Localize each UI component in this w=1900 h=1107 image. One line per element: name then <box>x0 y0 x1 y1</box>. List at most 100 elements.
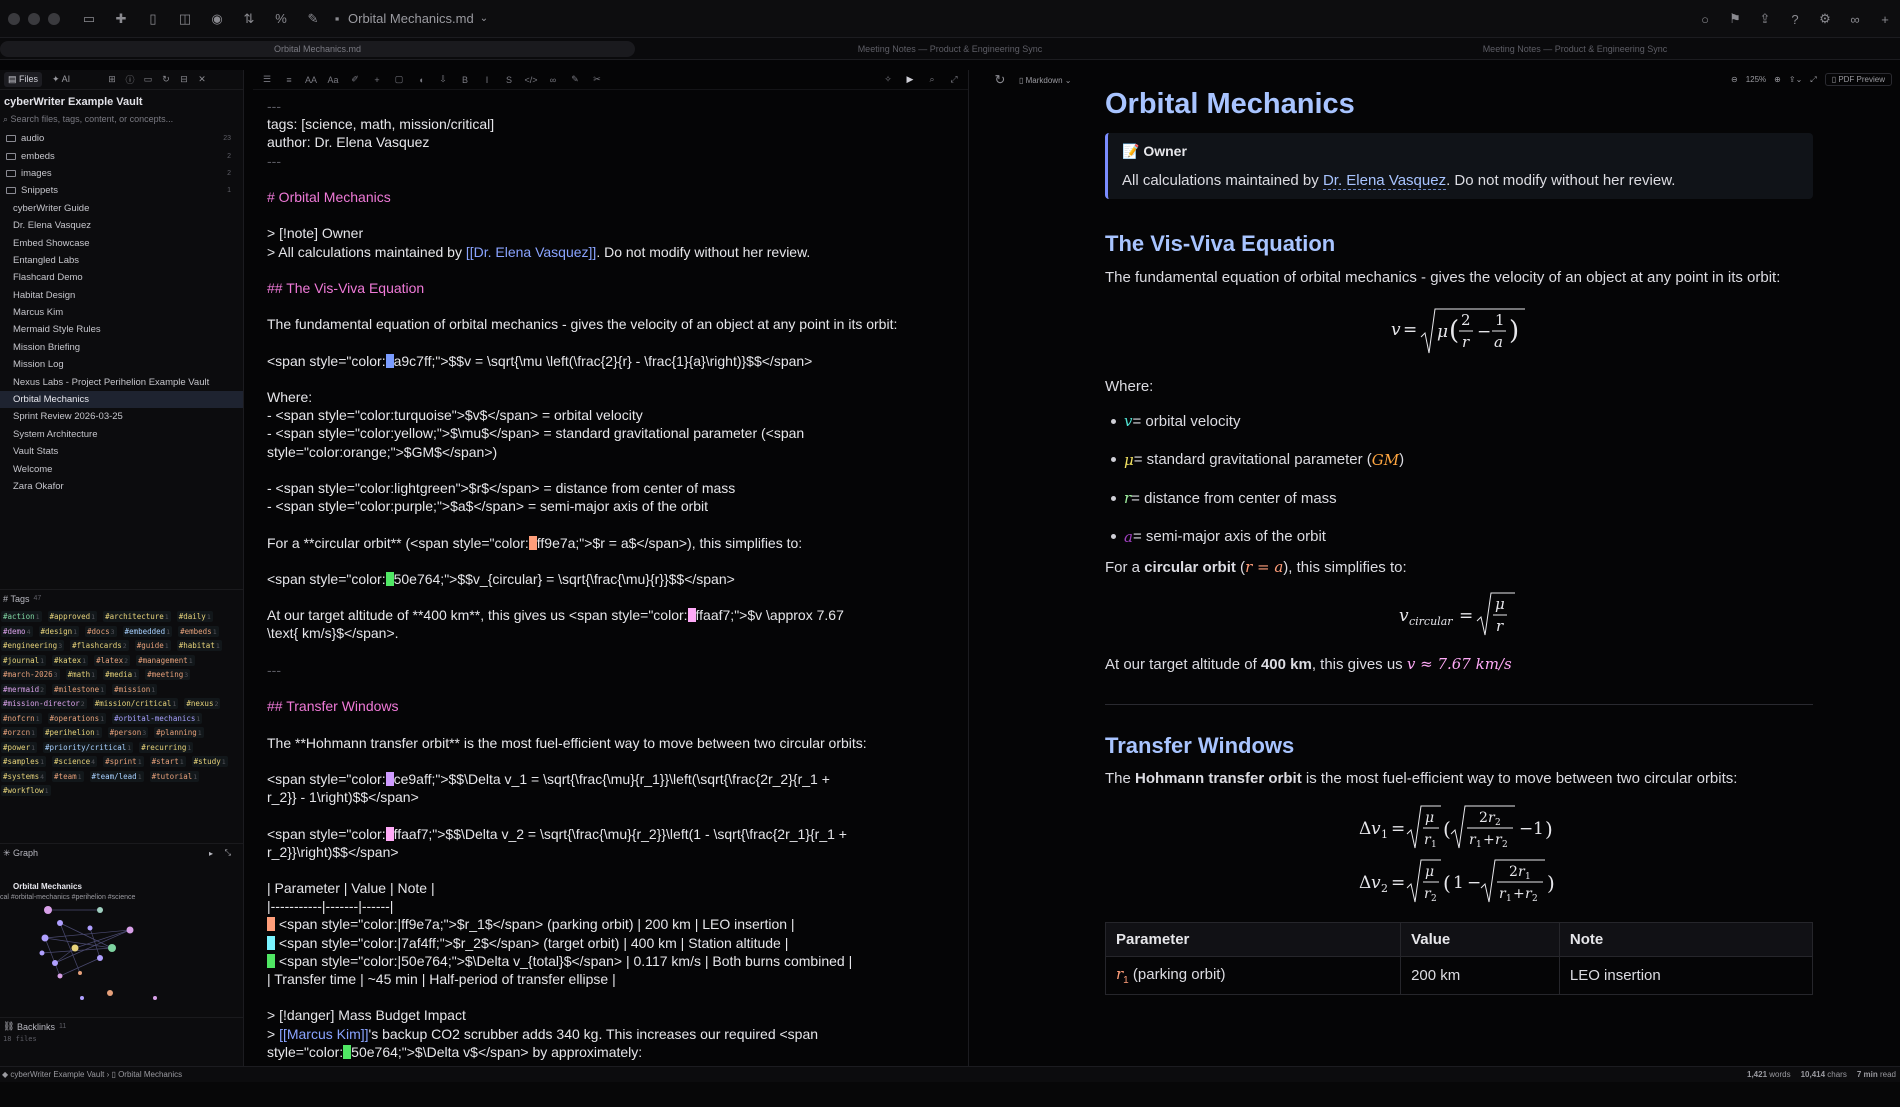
case-icon[interactable]: Aa <box>327 74 339 86</box>
export-icon[interactable]: ⇪⌄ <box>1789 75 1802 84</box>
tag-chip[interactable]: #latex2 <box>94 654 131 666</box>
info-icon[interactable]: ⓘ <box>124 73 136 85</box>
file-item[interactable]: cyberWriter Guide <box>0 200 243 217</box>
new-folder-icon[interactable]: ▭ <box>142 73 154 85</box>
strikethrough-icon[interactable]: S <box>503 74 515 86</box>
tag-chip[interactable]: #recurring1 <box>139 741 194 753</box>
graph-node-title[interactable]: Orbital Mechanics <box>13 882 82 891</box>
tag-chip[interactable]: #mermaid2 <box>1 683 47 695</box>
folder-embeds[interactable]: embeds 2 <box>0 147 243 164</box>
tab-meeting-notes-2[interactable]: Meeting Notes — Product & Engineering Sy… <box>1265 41 1885 57</box>
italic-icon[interactable]: I <box>481 74 493 86</box>
color-swatch[interactable] <box>343 1044 352 1059</box>
tag-chip[interactable]: #team/lead1 <box>89 770 144 782</box>
tag-chip[interactable]: #priority/critical1 <box>43 741 134 753</box>
tag-chip[interactable]: #perihelion1 <box>43 727 102 738</box>
editor-pane[interactable]: ☰ ≡ AA Aa ✐ + ▢ ◖ ⇩ B I S </> ∞ ✎ ✂ ✧ ▶ … <box>253 70 969 1066</box>
folder-snippets[interactable]: Snippets 1 <box>0 182 243 199</box>
tag-chip[interactable]: #samples1 <box>1 756 47 767</box>
color-swatch[interactable] <box>687 608 696 623</box>
comment-icon[interactable]: ▢ <box>393 74 405 86</box>
color-swatch[interactable] <box>385 571 394 586</box>
uppercase-icon[interactable]: AA <box>305 74 317 86</box>
highlight-icon[interactable]: ✐ <box>349 74 361 86</box>
refresh-icon[interactable]: ↻ <box>991 71 1009 89</box>
breadcrumb-vault[interactable]: cyberWriter Example Vault <box>10 1070 104 1079</box>
tag-chip[interactable]: #mission1 <box>112 683 158 695</box>
tag-chip[interactable]: #design1 <box>38 625 80 637</box>
tag-chip[interactable]: #march-20263 <box>1 669 60 680</box>
breadcrumb-file[interactable]: Orbital Mechanics <box>118 1070 182 1079</box>
color-swatch[interactable] <box>267 917 275 932</box>
split-view-icon[interactable]: ◫ <box>176 10 194 28</box>
ai-tab[interactable]: ✦ AI <box>48 72 74 87</box>
file-item[interactable]: Entangled Labs <box>0 252 243 269</box>
tag-chip[interactable]: #tutorial1 <box>149 770 200 782</box>
document-icon[interactable]: ▯ <box>144 10 162 28</box>
tag-chip[interactable]: #milestone1 <box>52 683 107 695</box>
tag-chip[interactable]: #mission-director2 <box>1 698 87 709</box>
numbered-list-icon[interactable]: ≡ <box>283 74 295 86</box>
gear-icon[interactable]: ⚙ <box>1816 10 1834 28</box>
color-swatch[interactable] <box>385 353 394 368</box>
vault-name[interactable]: cyberWriter Example Vault <box>0 90 243 108</box>
expand-icon[interactable]: ⤢ <box>948 74 960 86</box>
tab-meeting-notes[interactable]: Meeting Notes — Product & Engineering Sy… <box>636 41 1264 57</box>
tag-chip[interactable]: #embeds1 <box>178 625 219 637</box>
pen-icon[interactable]: ✎ <box>304 10 322 28</box>
folder-icon[interactable]: ▭ <box>80 10 98 28</box>
tag-chip[interactable]: #orzcn1 <box>1 727 38 738</box>
collapse-icon[interactable]: ⊟ <box>178 73 190 85</box>
tag-chip[interactable]: #demo4 <box>1 625 33 637</box>
file-item[interactable]: Nexus Labs - Project Perihelion Example … <box>0 373 243 390</box>
files-tab[interactable]: ▤ Files <box>4 72 43 87</box>
file-item[interactable]: System Architecture <box>0 426 243 443</box>
preview-pane[interactable]: ↻ ▯ Markdown ⌄ ⊖ 125% ⊕ ⇪⌄ ⤢ ▯ PDF Previ… <box>981 70 1900 1066</box>
tags-section-header[interactable]: # Tags 47 <box>0 589 243 607</box>
tag-chip[interactable]: #engineering3 <box>1 640 65 651</box>
tab-orbital-mechanics[interactable]: Orbital Mechanics.md <box>0 41 635 57</box>
wiki-link[interactable]: [[Dr. Elena Vasquez]] <box>466 244 596 260</box>
file-item[interactable]: Marcus Kim <box>0 304 243 321</box>
media-icon[interactable]: ▶ <box>904 74 916 86</box>
expand-icon[interactable]: ▸ <box>209 849 213 858</box>
mic-icon[interactable]: ◖ <box>415 74 427 86</box>
magic-icon[interactable]: ✧ <box>882 74 894 86</box>
color-swatch[interactable] <box>267 935 275 950</box>
close-window-button[interactable] <box>8 12 20 25</box>
file-item[interactable]: Vault Stats <box>0 443 243 460</box>
file-item[interactable]: Mission Log <box>0 356 243 373</box>
flag-icon[interactable]: ⚑ <box>1726 10 1744 28</box>
resize-icon[interactable]: ⤡ <box>225 848 231 858</box>
file-item[interactable]: Mission Briefing <box>0 339 243 356</box>
tag-chip[interactable]: #nofcrn1 <box>1 712 42 724</box>
tag-chip[interactable]: #team1 <box>52 770 84 782</box>
tag-chip[interactable]: #daily1 <box>176 611 213 622</box>
backlinks-section-header[interactable]: ⛓ Backlinks 11 <box>0 1017 243 1035</box>
download-icon[interactable]: ⇩ <box>437 74 449 86</box>
tag-chip[interactable]: #orbital-mechanics1 <box>112 712 203 724</box>
tag-chip[interactable]: #power1 <box>1 741 38 753</box>
pdf-preview-button[interactable]: ▯ PDF Preview <box>1824 73 1892 86</box>
fullscreen-icon[interactable]: ⤢ <box>1810 75 1816 85</box>
zoom-out-icon[interactable]: ⊖ <box>1731 75 1738 84</box>
refresh-icon[interactable]: ↻ <box>160 73 172 85</box>
tag-chip[interactable]: #start1 <box>149 756 186 767</box>
share-icon[interactable]: ⇪ <box>1756 10 1774 28</box>
tag-chip[interactable]: #mission/critical1 <box>92 698 179 709</box>
pencil-icon[interactable]: ✎ <box>569 74 581 86</box>
file-item[interactable]: Embed Showcase <box>0 234 243 251</box>
sort-icon[interactable]: ⇅ <box>240 10 258 28</box>
file-item[interactable]: Flashcard Demo <box>0 269 243 286</box>
tag-chip[interactable]: #architecture1 <box>103 611 171 622</box>
tag-chip[interactable]: #nexus2 <box>184 698 221 709</box>
editor-text[interactable]: --- tags: [science, math, mission/critica… <box>253 90 968 1061</box>
folder-images[interactable]: images 2 <box>0 165 243 182</box>
new-note-icon[interactable]: ✚ <box>112 10 130 28</box>
tag-chip[interactable]: #action1 <box>1 611 42 622</box>
circle-icon[interactable]: ○ <box>1696 10 1714 28</box>
tag-chip[interactable]: #katex1 <box>52 654 89 666</box>
tag-chip[interactable]: #science4 <box>52 756 98 767</box>
folder-audio[interactable]: audio 23 <box>0 130 243 147</box>
tag-chip[interactable]: #workflow1 <box>1 785 51 796</box>
